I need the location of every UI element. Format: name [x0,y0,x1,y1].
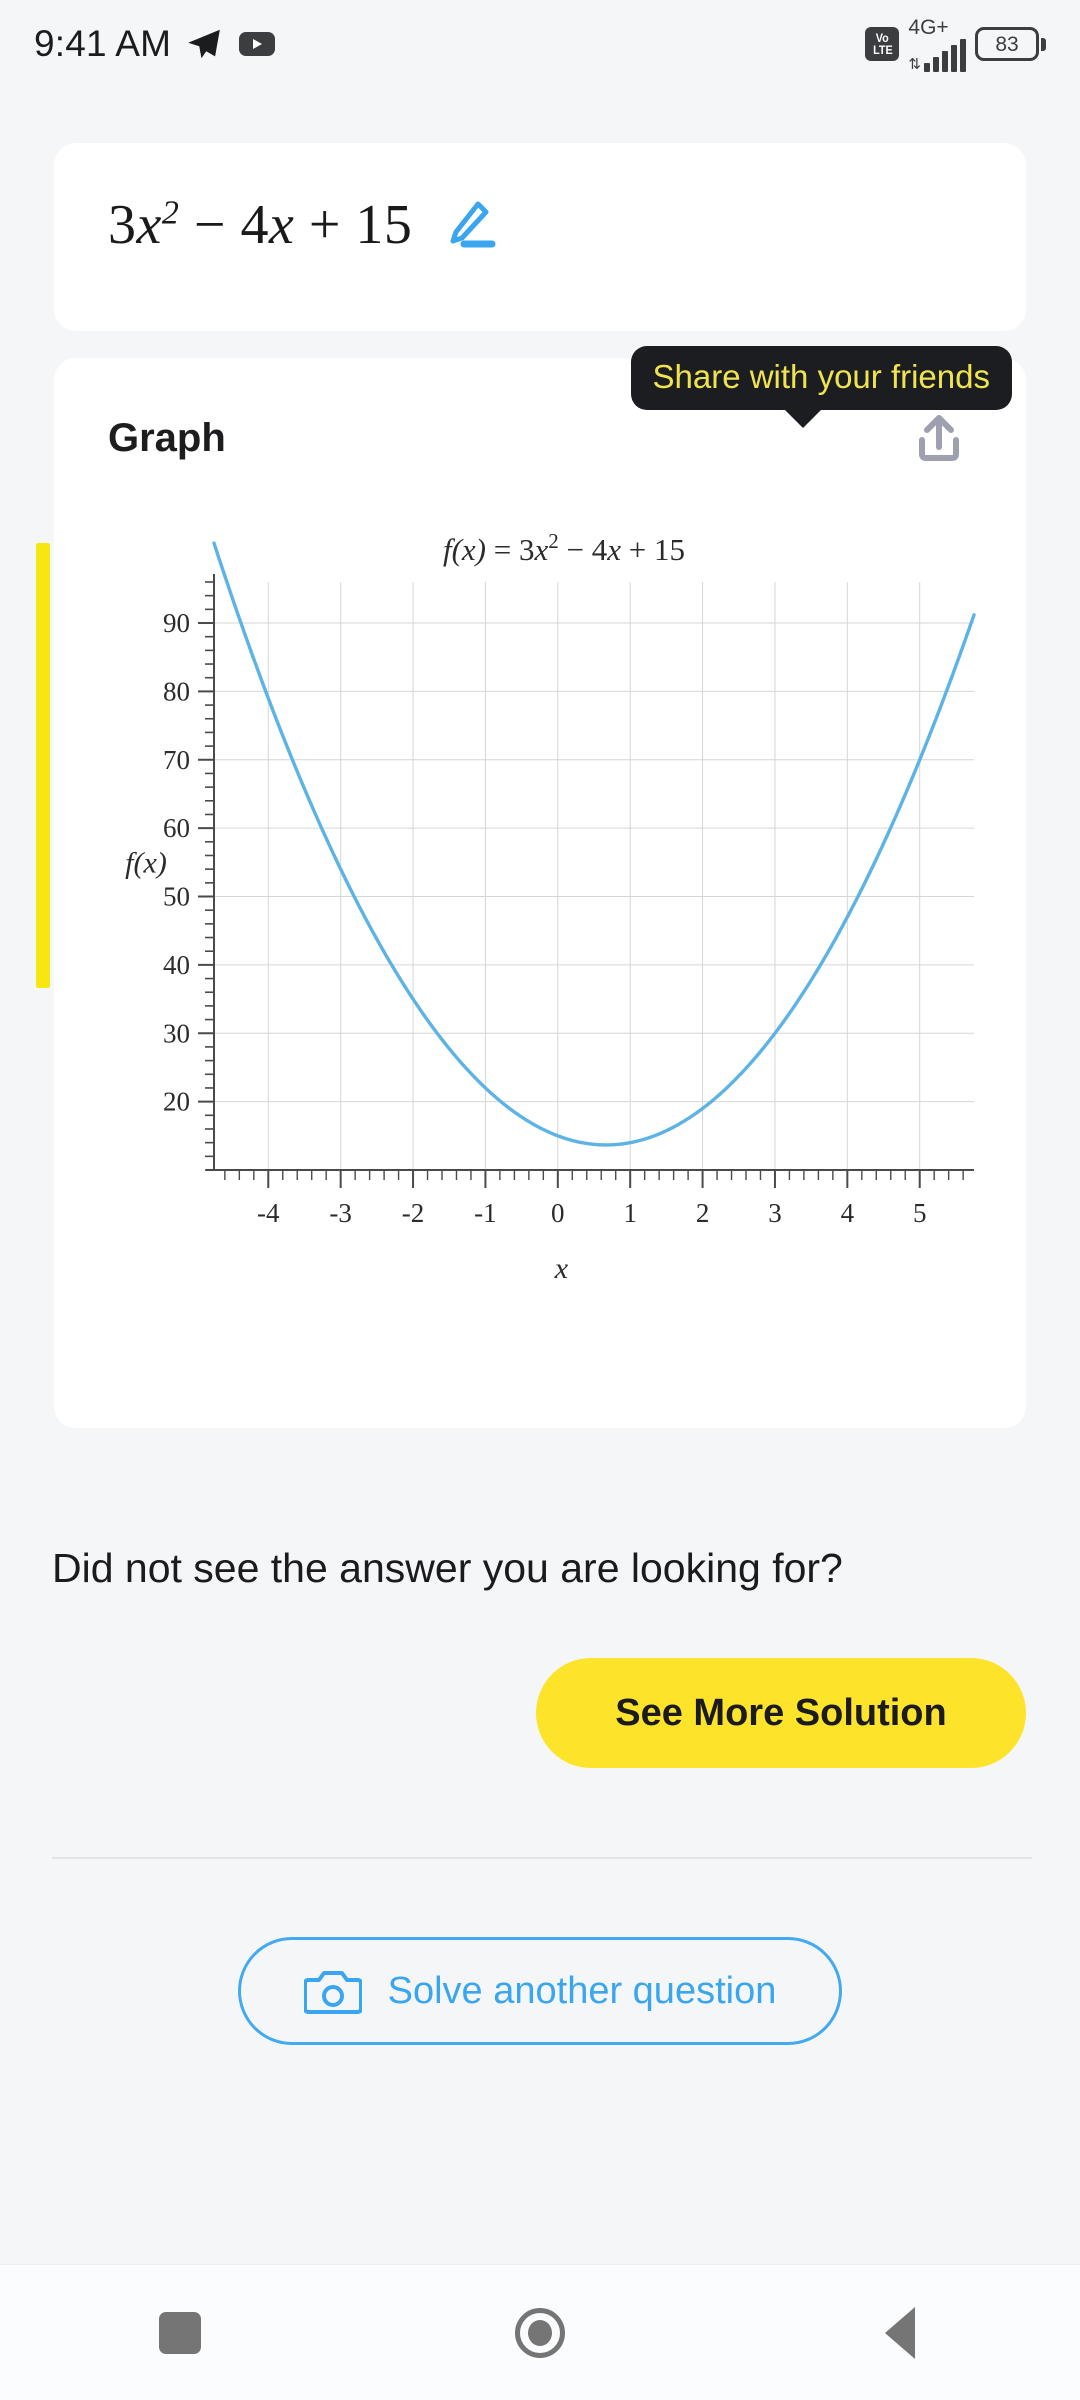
plot-svg: 20 30 40 50 60 70 80 90 -4 -3 -2 -1 0 1 2 3 4 5 f(x) = 3x2… [125,530,976,1285]
camera-icon [303,1971,362,2014]
y-axis-tick-label: 40 [163,950,190,980]
equation-coefficient-b: 4 [240,194,269,256]
signal-bars-icon [924,38,966,72]
recents-button[interactable] [120,2273,240,2393]
x-axis-tick-label: 3 [768,1198,782,1228]
x-axis-label: x [554,1252,569,1285]
x-axis-tick-label: 1 [623,1198,637,1228]
equation-var-2: x [268,194,295,256]
equation-row: 3x2 − 4x + 15 [108,193,496,257]
battery-level-label: 83 [995,32,1019,56]
x-axis-tick-label: -3 [329,1198,352,1228]
back-triangle-icon [885,2306,915,2359]
equation-minus: − [193,194,226,256]
home-circle-icon [515,2307,565,2358]
equation-card: 3x2 − 4x + 15 [54,143,1026,331]
function-curve [212,541,976,1147]
battery-body: 83 [975,27,1039,61]
x-axis-tick-label: -4 [257,1198,280,1228]
share-tooltip: Share with your friends [630,346,1012,428]
app-screen: 9:41 AM Vo LTE 4G+ ⇅ 83 3x2 − 4x + 15 Sh… [0,0,1080,2400]
share-upload-icon[interactable] [908,410,970,472]
telegram-icon [188,29,220,59]
graph-card-title: Graph [108,416,226,460]
signal-row: ⇅ [908,38,966,73]
home-button[interactable] [480,2273,600,2393]
x-axis-tick-label: 0 [551,1198,565,1228]
y-axis: 20 30 40 50 60 70 80 90 [163,574,215,1171]
section-divider [52,1857,1032,1859]
equation-exponent: 2 [161,194,180,232]
volte-bottom: LTE [872,43,893,57]
grid-lines [214,582,974,1170]
recents-square-icon [159,2311,201,2354]
status-bar-left: 9:41 AM [34,23,277,65]
x-axis-tick-label: 5 [913,1198,927,1228]
equation-plus: + [308,194,341,256]
status-bar: 9:41 AM Vo LTE 4G+ ⇅ 83 [0,0,1080,88]
chart-title: f(x) = 3x2 − 4x + 15 [443,530,685,567]
function-plot: 20 30 40 50 60 70 80 90 -4 -3 -2 -1 0 1 2 3 4 5 f(x) = 3x2… [102,530,982,1310]
network-type-label: 4G+ [908,15,949,39]
solve-another-question-button[interactable]: Solve another question [238,1937,842,2045]
pencil-edit-icon[interactable] [442,198,496,252]
youtube-icon [239,32,276,56]
no-answer-prompt: Did not see the answer you are looking f… [52,1545,843,1591]
x-axis: -4 -3 -2 -1 0 1 2 3 4 5 [206,1169,974,1228]
network-indicator: 4G+ ⇅ [908,17,966,72]
volte-icon: Vo LTE [865,27,900,61]
graph-accent-bar [36,543,50,988]
see-more-solution-button[interactable]: See More Solution [536,1658,1026,1768]
battery-cap [1041,37,1046,51]
equation-coefficient-a: 3 [108,194,137,256]
y-axis-tick-label: 70 [163,745,190,775]
x-axis-tick-label: -1 [474,1198,497,1228]
y-axis-label: f(x) [125,846,167,879]
share-tooltip-text: Share with your friends [652,358,991,395]
y-axis-tick-label: 50 [163,882,190,912]
data-transfer-icon: ⇅ [908,55,921,73]
y-axis-tick-label: 60 [163,813,190,843]
equation-constant: 15 [355,194,413,256]
x-axis-tick-label: -2 [402,1198,425,1228]
battery-indicator: 83 [975,27,1046,61]
x-axis-tick-label: 2 [696,1198,710,1228]
y-axis-tick-label: 80 [163,676,190,706]
graph-card: Share with your friends Graph 20 30 40 50 60… [36,346,1026,1428]
solve-another-question-label: Solve another question [387,1969,777,2012]
equation-text: 3x2 − 4x + 15 [108,193,412,257]
equation-var-1: x [136,194,162,256]
status-bar-right: Vo LTE 4G+ ⇅ 83 [865,17,1046,72]
y-axis-tick-label: 90 [163,608,190,638]
x-axis-tick-label: 4 [841,1198,855,1228]
y-axis-tick-label: 20 [163,1087,190,1117]
back-button[interactable] [840,2273,960,2393]
android-nav-bar [0,2264,1080,2400]
status-time: 9:41 AM [34,23,172,64]
see-more-solution-label: See More Solution [615,1691,947,1734]
y-axis-tick-label: 30 [163,1018,190,1048]
